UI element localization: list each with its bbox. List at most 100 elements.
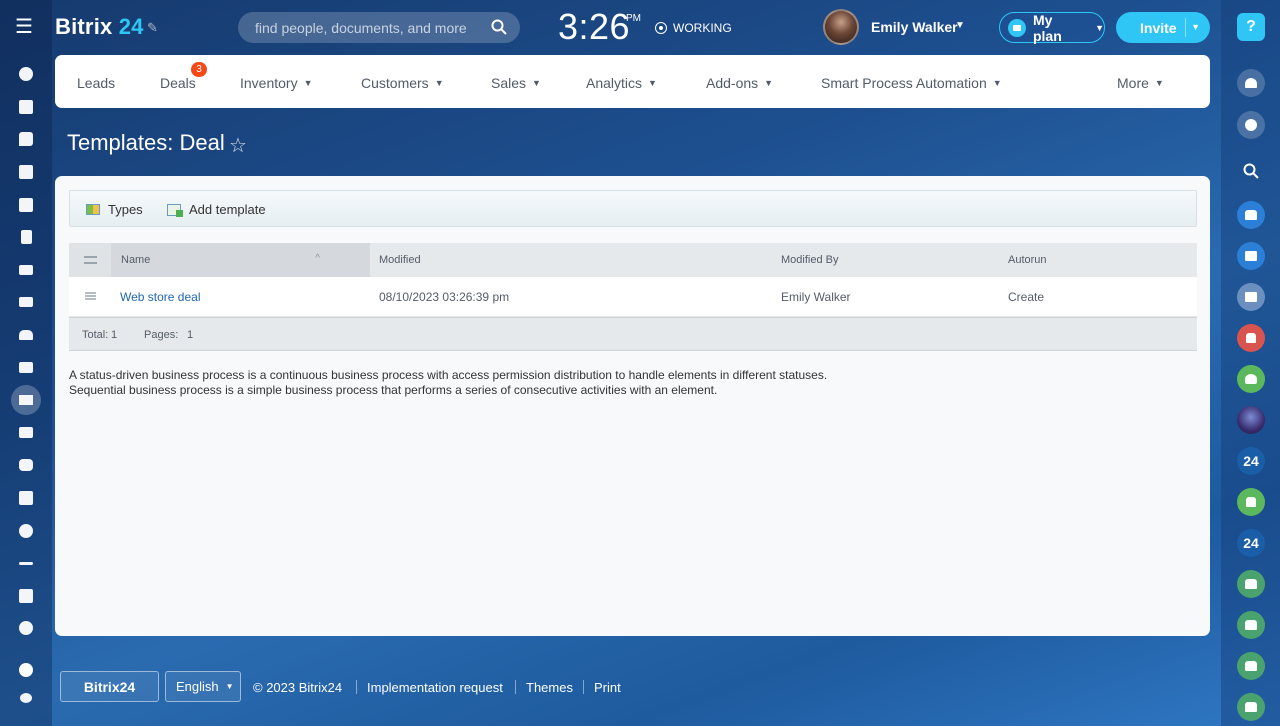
row-menu-icon[interactable] (85, 292, 96, 300)
sidebar-checkbox-icon[interactable] (11, 156, 41, 189)
sidebar-drive-icon[interactable] (11, 254, 41, 287)
my-plan-label: My plan (1032, 11, 1062, 44)
template-name-link[interactable]: Web store deal (120, 290, 201, 304)
tab-smart-process-automation[interactable]: Smart Process Automation ▼ (821, 75, 1002, 91)
footer-divider (356, 680, 357, 694)
chevron-down-icon: ▼ (1154, 78, 1164, 88)
briefcase-icon (1008, 18, 1026, 37)
tab-more[interactable]: More ▼ (1117, 75, 1164, 91)
chevron-down-icon: ▼ (225, 682, 234, 691)
calendar-chat-icon[interactable] (1237, 242, 1265, 270)
implementation-request-link[interactable]: Implementation request (367, 680, 503, 695)
sort-ascending-icon: ^ (315, 253, 320, 264)
sidebar-more-icon[interactable] (11, 612, 41, 645)
group-chat-icon[interactable] (1237, 611, 1265, 639)
template-toolbar: Types Add template (69, 190, 1197, 227)
cell-modified: 08/10/2023 03:26:39 pm (379, 290, 510, 304)
sidebar-cart-icon[interactable] (11, 417, 41, 450)
page-title: Templates: Deal (67, 130, 225, 155)
messenger-icon[interactable] (1237, 111, 1265, 139)
grid-settings-icon[interactable] (69, 243, 111, 277)
sidebar-robot-icon[interactable] (11, 449, 41, 482)
star-icon[interactable]: ☆ (229, 133, 247, 158)
tab-inventory[interactable]: Inventory ▼ (240, 75, 313, 91)
print-link[interactable]: Print (594, 680, 621, 695)
sidebar-chat-icon[interactable] (11, 123, 41, 156)
search-input[interactable]: find people, documents, and more (238, 12, 520, 43)
description-line: A status-driven business process is a co… (69, 368, 828, 382)
user-icon[interactable] (1237, 365, 1265, 393)
my-plan-button[interactable]: My plan ▼ (999, 11, 1105, 44)
footer-logo-button[interactable]: Bitrix24 (60, 671, 159, 702)
bitrix24-chat-icon[interactable]: 24 (1237, 529, 1265, 557)
sidebar-crm-funnel-icon[interactable] (11, 384, 41, 417)
invite-label: Invite (1140, 19, 1177, 36)
sidebar-sign-icon[interactable] (11, 547, 41, 580)
column-header-name[interactable]: Name ^ (111, 243, 370, 277)
sidebar-structure-icon[interactable] (11, 684, 41, 712)
copyright-text: © 2023 Bitrix24 (253, 680, 343, 695)
pages-label: Pages: (144, 329, 179, 341)
search-icon[interactable] (491, 19, 507, 35)
logo-edit-icon[interactable]: ✎ (147, 20, 161, 35)
avatar[interactable] (1237, 406, 1265, 434)
lock-icon[interactable] (1237, 324, 1265, 352)
group-chat-icon[interactable] (1237, 570, 1265, 598)
sidebar-target-icon[interactable] (11, 514, 41, 547)
sidebar-tasks-icon[interactable] (11, 91, 41, 124)
description-line: Sequential business process is a simple … (69, 383, 718, 397)
footer-divider (583, 680, 584, 694)
clock[interactable]: 3:26 (558, 6, 630, 48)
tab-add-ons[interactable]: Add-ons ▼ (706, 75, 773, 91)
bitrix24-badge: 24 (1243, 535, 1259, 551)
total-label: Total: (82, 329, 109, 341)
work-status-label: WORKING (673, 21, 732, 35)
bitrix24-chat-icon[interactable]: 24 (1237, 447, 1265, 475)
sidebar-calendar-icon[interactable] (11, 188, 41, 221)
sidebar-card-icon[interactable] (11, 351, 41, 384)
invite-button[interactable]: Invite ▼ (1116, 12, 1210, 43)
search-icon[interactable] (1243, 163, 1259, 179)
add-template-button[interactable]: Add template (167, 202, 266, 217)
tab-leads[interactable]: Leads (77, 75, 115, 91)
group-chat-icon[interactable] (1237, 652, 1265, 680)
chevron-down-icon: ▼ (532, 78, 541, 88)
tab-analytics[interactable]: Analytics ▼ (586, 75, 657, 91)
chevron-down-icon: ▼ (1095, 22, 1104, 33)
user-name[interactable]: Emily Walker (871, 19, 958, 35)
group-chat-icon[interactable] (1237, 201, 1265, 229)
chevron-down-icon[interactable]: ▼ (1191, 22, 1200, 32)
language-select[interactable]: English ▼ (165, 671, 241, 702)
sidebar-store-icon[interactable] (11, 482, 41, 515)
sidebar-box-icon[interactable] (11, 580, 41, 613)
themes-link[interactable]: Themes (526, 680, 573, 695)
notifications-bell-icon[interactable] (1237, 69, 1265, 97)
column-header-modified-by[interactable]: Modified By (781, 254, 838, 266)
chevron-down-icon: ▼ (648, 78, 657, 88)
avatar[interactable] (823, 9, 859, 45)
types-button[interactable]: Types (86, 202, 143, 217)
contact-card-icon[interactable] (1237, 283, 1265, 311)
record-icon (655, 22, 667, 34)
left-sidebar-icons (11, 58, 41, 645)
app-logo[interactable]: Bitrix 24 (55, 14, 144, 40)
work-status[interactable]: WORKING (655, 21, 732, 35)
tab-deals[interactable]: Deals (160, 75, 196, 91)
group-chat-icon[interactable] (1237, 693, 1265, 721)
help-icon[interactable]: ? (1237, 13, 1265, 41)
column-header-autorun[interactable]: Autorun (1008, 254, 1047, 266)
sidebar-mail-icon[interactable] (11, 286, 41, 319)
menu-hamburger-icon[interactable]: ☰ (15, 17, 35, 37)
bitrix24-badge: 24 (1243, 453, 1259, 469)
column-header-modified[interactable]: Modified (379, 254, 421, 266)
chevron-down-icon[interactable]: ▼ (955, 20, 965, 31)
sidebar-document-icon[interactable] (11, 221, 41, 254)
sidebar-feed-icon[interactable] (11, 58, 41, 91)
footer-divider (515, 680, 516, 694)
tab-sales[interactable]: Sales ▼ (491, 75, 541, 91)
deals-counter-badge: 3 (191, 62, 207, 77)
tab-customers[interactable]: Customers ▼ (361, 75, 444, 91)
sidebar-help-icon[interactable] (11, 656, 41, 684)
sidebar-contacts-icon[interactable] (11, 319, 41, 352)
lock-icon[interactable] (1237, 488, 1265, 516)
